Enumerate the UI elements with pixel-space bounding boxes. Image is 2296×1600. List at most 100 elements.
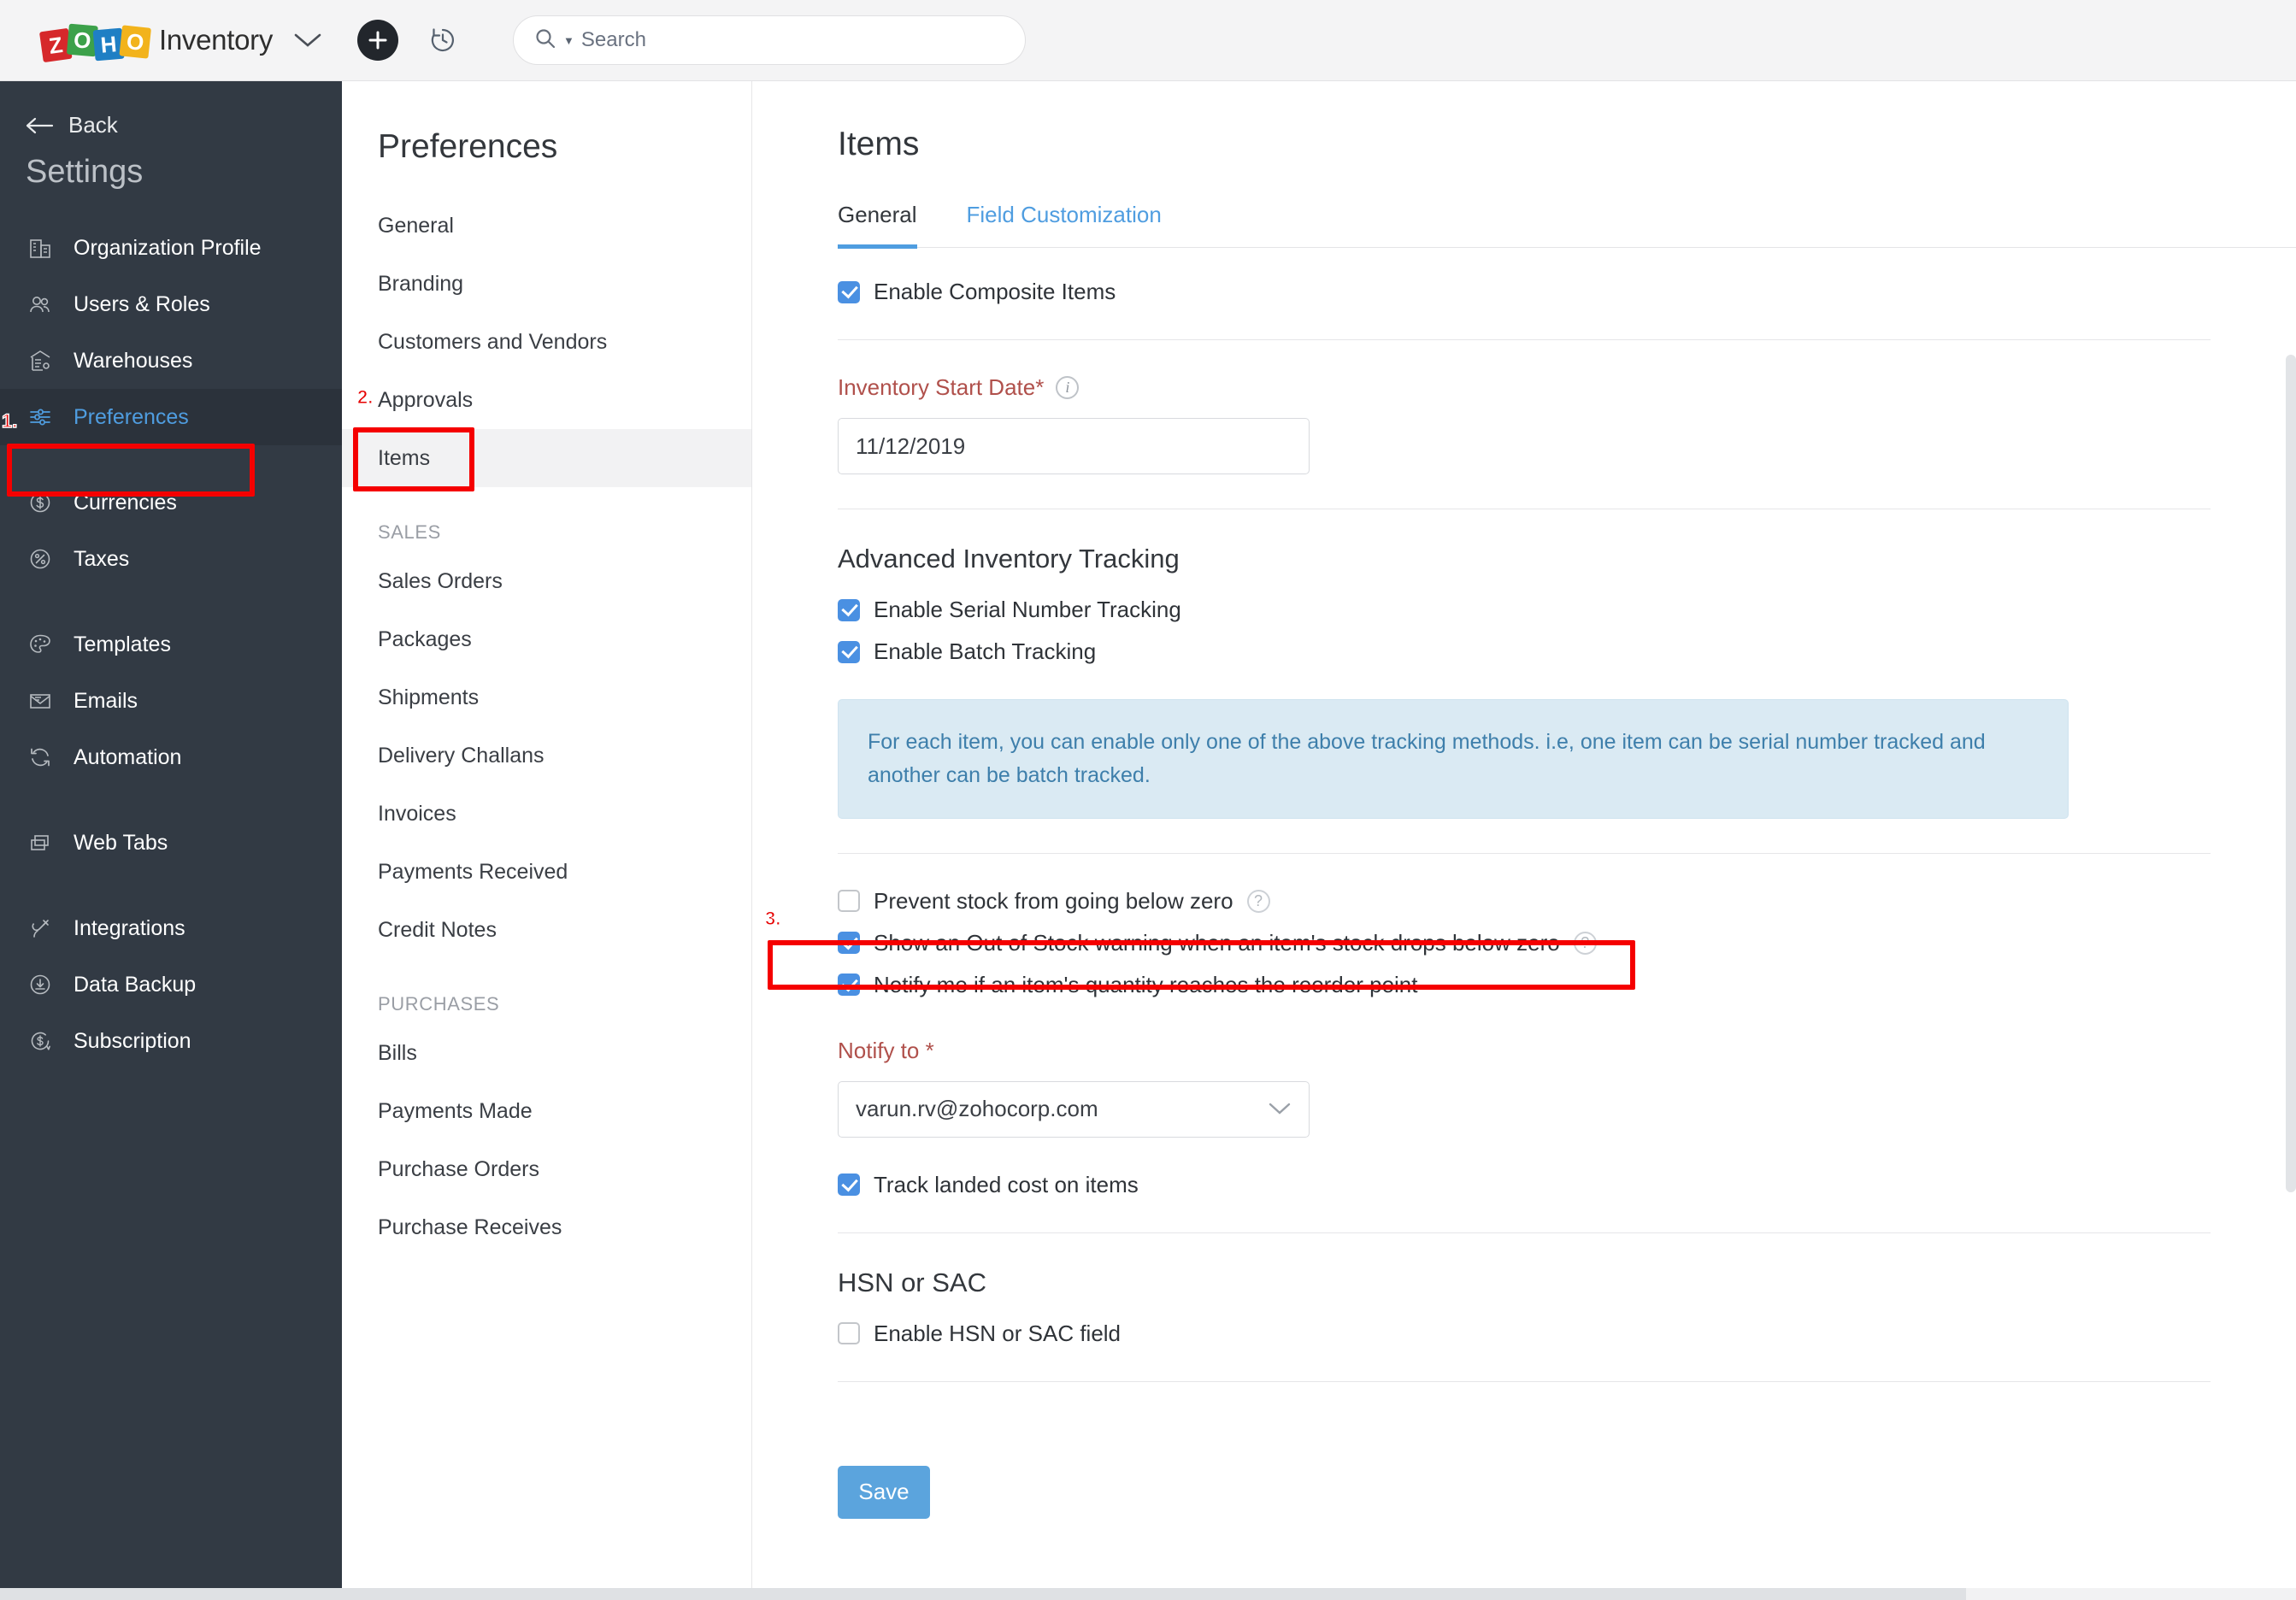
chevron-down-icon[interactable]: [293, 32, 322, 49]
notify-to-value: varun.rv@zohocorp.com: [856, 1096, 1098, 1122]
tab-field-customization[interactable]: Field Customization: [967, 202, 1162, 247]
sidebar-item-users-roles[interactable]: Users & Roles: [0, 276, 342, 332]
prefs-item-general[interactable]: General: [342, 197, 751, 255]
out-of-stock-warning-checkbox[interactable]: [838, 932, 860, 954]
top-bar: Z O H O Inventory: [0, 0, 2296, 81]
prevent-stock-option-row[interactable]: Prevent stock from going below zero ?: [838, 888, 2211, 915]
question-icon[interactable]: ?: [1247, 890, 1270, 913]
sidebar-item-warehouses[interactable]: Warehouses: [0, 332, 342, 389]
sidebar-nav-group-4: Web Tabs: [0, 815, 342, 871]
search-input[interactable]: [581, 28, 1004, 52]
back-button[interactable]: Back: [0, 81, 342, 138]
prefs-section-purchases: PURCHASES: [342, 959, 751, 1024]
page-title: Items: [752, 81, 2296, 163]
main-vertical-scrollbar[interactable]: [2286, 355, 2296, 1192]
prefs-item-branding[interactable]: Branding: [342, 255, 751, 313]
landed-cost-row[interactable]: Track landed cost on items: [838, 1172, 2211, 1198]
sidebar-item-organization-profile[interactable]: Organization Profile: [0, 220, 342, 276]
inventory-start-date-label: Inventory Start Date*: [838, 374, 1044, 401]
info-icon[interactable]: i: [1056, 376, 1079, 399]
sidebar-item-currencies[interactable]: Currencies: [0, 474, 342, 531]
sidebar-item-emails[interactable]: Emails: [0, 673, 342, 729]
prefs-item-label: Purchase Orders: [378, 1157, 539, 1182]
users-icon: [26, 290, 55, 319]
inventory-start-date-input[interactable]: [838, 418, 1310, 474]
divider: [838, 1232, 2211, 1233]
sidebar-item-data-backup[interactable]: Data Backup: [0, 956, 342, 1013]
sidebar-item-templates[interactable]: Templates: [0, 616, 342, 673]
serial-number-tracking-row[interactable]: Enable Serial Number Tracking: [838, 597, 2211, 623]
prefs-item-label: Sales Orders: [378, 569, 503, 594]
prefs-item-payments-made[interactable]: Payments Made: [342, 1082, 751, 1140]
divider: [838, 339, 2211, 340]
settings-sidebar: Back Settings Organization Profile Users…: [0, 81, 342, 1600]
prefs-item-approvals[interactable]: Approvals: [342, 371, 751, 429]
save-button[interactable]: Save: [838, 1466, 930, 1519]
enable-serial-number-tracking-checkbox[interactable]: [838, 599, 860, 621]
prefs-item-label: Purchase Receives: [378, 1215, 562, 1240]
question-icon[interactable]: ?: [1574, 932, 1597, 955]
enable-hsn-sac-label: Enable HSN or SAC field: [874, 1321, 1121, 1347]
sidebar-item-automation[interactable]: Automation: [0, 729, 342, 785]
search-box[interactable]: ▼: [513, 15, 1026, 65]
palette-icon: [26, 630, 55, 659]
tab-general[interactable]: General: [838, 202, 917, 247]
prefs-item-payments-received[interactable]: Payments Received: [342, 843, 751, 901]
prefs-item-customers-and-vendors[interactable]: Customers and Vendors: [342, 313, 751, 371]
enable-serial-number-tracking-label: Enable Serial Number Tracking: [874, 597, 1181, 623]
preferences-panel-title: Preferences: [342, 81, 751, 166]
prefs-item-shipments[interactable]: Shipments: [342, 668, 751, 726]
prefs-item-label: Invoices: [378, 802, 456, 826]
prefs-item-purchase-receives[interactable]: Purchase Receives: [342, 1198, 751, 1256]
recent-history-icon[interactable]: [424, 21, 462, 59]
sidebar-item-web-tabs[interactable]: Web Tabs: [0, 815, 342, 871]
page-horizontal-scrollbar[interactable]: [0, 1588, 1966, 1600]
enable-composite-items-label: Enable Composite Items: [874, 279, 1116, 305]
spacer: [838, 998, 2211, 1038]
prevent-stock-below-zero-checkbox[interactable]: [838, 890, 860, 912]
sidebar-nav-group-1: Organization Profile Users & Roles Wareh…: [0, 220, 342, 445]
chevron-down-icon: [1268, 1096, 1292, 1122]
out-of-stock-warning-row[interactable]: Show an Out of Stock warning when an ite…: [838, 930, 2211, 956]
reorder-point-notify-checkbox[interactable]: [838, 974, 860, 996]
sidebar-item-label: Data Backup: [74, 973, 196, 997]
sidebar-item-label: Automation: [74, 745, 181, 770]
prefs-item-credit-notes[interactable]: Credit Notes: [342, 901, 751, 959]
enable-hsn-sac-checkbox[interactable]: [838, 1322, 860, 1344]
advanced-tracking-heading: Advanced Inventory Tracking: [838, 544, 2211, 574]
enable-batch-tracking-checkbox[interactable]: [838, 641, 860, 663]
prefs-item-invoices[interactable]: Invoices: [342, 785, 751, 843]
sidebar-item-taxes[interactable]: Taxes: [0, 531, 342, 587]
prefs-item-items[interactable]: Items: [342, 429, 751, 487]
batch-tracking-row[interactable]: Enable Batch Tracking: [838, 638, 2211, 665]
add-new-button[interactable]: [357, 20, 398, 61]
zoho-inventory-settings-page: Z O H O Inventory: [0, 0, 2296, 1600]
dollar-circle-icon: [26, 488, 55, 517]
sidebar-item-preferences[interactable]: Preferences: [0, 389, 342, 445]
notify-to-select[interactable]: varun.rv@zohocorp.com: [838, 1081, 1310, 1138]
sidebar-item-integrations[interactable]: Integrations: [0, 900, 342, 956]
search-scope-chevron-down-icon[interactable]: ▼: [563, 34, 574, 47]
hsn-sac-row[interactable]: Enable HSN or SAC field: [838, 1321, 2211, 1347]
prefs-item-label: Branding: [378, 272, 463, 297]
prefs-item-label: Credit Notes: [378, 918, 497, 943]
prefs-item-packages[interactable]: Packages: [342, 610, 751, 668]
prefs-item-delivery-challans[interactable]: Delivery Challans: [342, 726, 751, 785]
tab-label: General: [838, 202, 917, 227]
back-label: Back: [68, 112, 118, 138]
sidebar-item-subscription[interactable]: Subscription: [0, 1013, 342, 1069]
divider: [838, 1381, 2211, 1382]
inventory-start-date-label-row: Inventory Start Date* i: [838, 374, 2211, 401]
brand-logo[interactable]: Z O H O Inventory: [0, 0, 342, 81]
preferences-item-list: General Branding Customers and Vendors A…: [342, 197, 751, 487]
enable-composite-items-checkbox[interactable]: [838, 281, 860, 303]
prefs-purchases-list: Bills Payments Made Purchase Orders Purc…: [342, 1024, 751, 1256]
prefs-item-sales-orders[interactable]: Sales Orders: [342, 552, 751, 610]
reorder-point-notify-row[interactable]: Notify me if an item's quantity reaches …: [838, 972, 2211, 998]
prefs-item-bills[interactable]: Bills: [342, 1024, 751, 1082]
prefs-item-label: Packages: [378, 627, 472, 652]
track-landed-cost-checkbox[interactable]: [838, 1174, 860, 1196]
prefs-item-purchase-orders[interactable]: Purchase Orders: [342, 1140, 751, 1198]
composite-items-row[interactable]: Enable Composite Items: [838, 279, 2211, 305]
zoho-logo-block-o2: O: [119, 25, 151, 58]
